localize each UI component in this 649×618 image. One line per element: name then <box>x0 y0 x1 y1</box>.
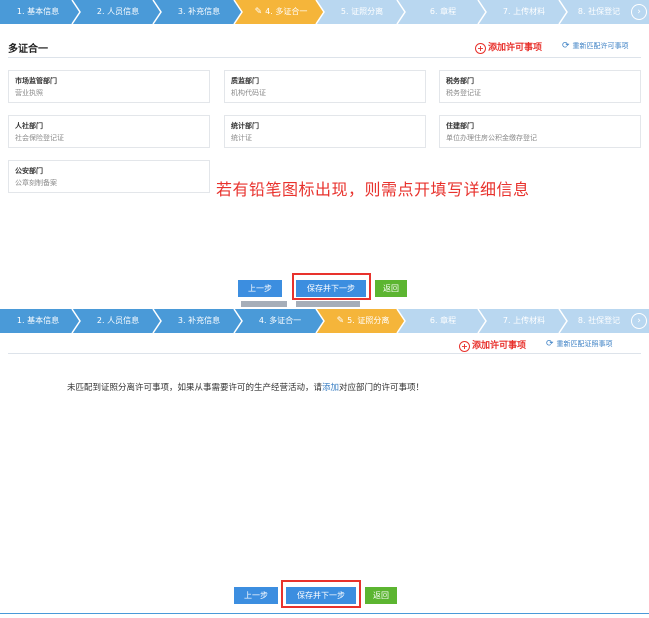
prev-step-button[interactable]: 上一步 <box>238 280 282 297</box>
add-license-link[interactable]: + 添加许可事项 <box>459 338 526 352</box>
redacted-text <box>296 301 360 307</box>
step-basic-info[interactable]: 1. 基本信息 <box>0 0 76 24</box>
card-housing-construction[interactable]: 住建部门 单位办理住房公积金缴存登记 <box>439 115 641 148</box>
card-quality-supervision[interactable]: 质监部门 机构代码证 <box>224 70 426 103</box>
card-license: 机构代码证 <box>231 89 266 97</box>
card-market-supervision[interactable]: 市场监管部门 营业执照 <box>8 70 210 103</box>
add-license-label: 添加许可事项 <box>488 43 543 53</box>
pencil-icon: ✎ <box>336 316 345 326</box>
next-step-arrow-icon[interactable]: › <box>631 313 647 329</box>
step-cert-separation-label: 5. 证照分离 <box>347 316 390 325</box>
title-divider <box>8 57 641 58</box>
notice-add-link[interactable]: 添加 <box>322 383 339 393</box>
step-multi-cert[interactable]: ✎ 4. 多证合一 <box>242 0 320 24</box>
card-dept: 人社部门 <box>15 122 43 130</box>
pencil-icon: ✎ <box>254 7 263 17</box>
rematch-license-link[interactable]: ⟳ 重新匹配许可事项 <box>562 41 629 51</box>
pencil-hint-annotation: 若有铅笔图标出现，则需点开填写详细信息 <box>216 180 530 199</box>
prev-step-button[interactable]: 上一步 <box>234 587 278 604</box>
notice-text-end: 对应部门的许可事项！ <box>339 383 425 393</box>
card-tax[interactable]: 税务部门 税务登记证 <box>439 70 641 103</box>
step-upload-materials[interactable]: 7. 上传材料 <box>486 309 562 333</box>
step-personnel-info[interactable]: 2. 人员信息 <box>80 309 156 333</box>
step-basic-info[interactable]: 1. 基本信息 <box>0 309 76 333</box>
plus-circle-icon: + <box>459 341 470 352</box>
card-license: 统计证 <box>231 134 252 142</box>
rematch-cert-link[interactable]: ⟳ 重新匹配证照事项 <box>546 339 613 349</box>
section-title: 多证合一 <box>8 44 48 55</box>
card-license: 社会保险登记证 <box>15 134 64 142</box>
step-multi-cert-label: 4. 多证合一 <box>265 7 308 16</box>
card-human-resources[interactable]: 人社部门 社会保险登记证 <box>8 115 210 148</box>
highlight-box <box>281 580 361 608</box>
card-license: 单位办理住房公积金缴存登记 <box>446 134 537 142</box>
add-license-link[interactable]: + 添加许可事项 <box>475 40 542 54</box>
card-public-security[interactable]: 公安部门 公章刻制备案 <box>8 160 210 193</box>
no-match-notice: 未匹配到证照分离许可事项，如果从事需要许可的生产经营活动，请添加对应部门的许可事… <box>67 381 424 393</box>
card-dept: 税务部门 <box>446 77 474 85</box>
card-license: 公章刻制备案 <box>15 179 57 187</box>
step-supplementary-info[interactable]: 3. 补充信息 <box>161 0 237 24</box>
add-license-label: 添加许可事项 <box>472 341 527 351</box>
card-dept: 市场监管部门 <box>15 77 57 85</box>
back-button[interactable]: 返回 <box>365 587 397 604</box>
card-dept: 公安部门 <box>15 167 43 175</box>
card-statistics[interactable]: 统计部门 统计证 <box>224 115 426 148</box>
step-charter[interactable]: 6. 章程 <box>405 0 481 24</box>
step-social-security[interactable]: 8. 社保登记 <box>567 309 631 333</box>
step-supplementary-info[interactable]: 3. 补充信息 <box>161 309 237 333</box>
step-cert-separation[interactable]: ✎ 5. 证照分离 <box>324 309 402 333</box>
back-button[interactable]: 返回 <box>375 280 407 297</box>
notice-text: 未匹配到证照分离许可事项，如果从事需要许可的生产经营活动，请 <box>67 383 323 393</box>
card-license: 税务登记证 <box>446 89 481 97</box>
title-divider <box>8 353 641 354</box>
rematch-label: 重新匹配证照事项 <box>556 340 613 348</box>
bottom-divider <box>0 613 649 614</box>
card-license: 营业执照 <box>15 89 43 97</box>
step-social-security[interactable]: 8. 社保登记 <box>567 0 631 24</box>
plus-circle-icon: + <box>475 43 486 54</box>
redacted-text <box>241 301 287 307</box>
next-step-arrow-icon[interactable]: › <box>631 4 647 20</box>
step-bar-2: 1. 基本信息 2. 人员信息 3. 补充信息 4. 多证合一 ✎ 5. 证照分离… <box>0 309 649 333</box>
step-multi-cert[interactable]: 4. 多证合一 <box>242 309 318 333</box>
rematch-label: 重新匹配许可事项 <box>572 42 629 50</box>
refresh-icon: ⟳ <box>546 339 554 349</box>
refresh-icon: ⟳ <box>562 41 570 51</box>
card-dept: 质监部门 <box>231 77 259 85</box>
step-upload-materials[interactable]: 7. 上传材料 <box>486 0 562 24</box>
step-bar-1: 1. 基本信息 2. 人员信息 3. 补充信息 ✎ 4. 多证合一 5. 证照分离… <box>0 0 649 24</box>
card-dept: 统计部门 <box>231 122 259 130</box>
step-cert-separation[interactable]: 5. 证照分离 <box>324 0 400 24</box>
step-charter[interactable]: 6. 章程 <box>405 309 481 333</box>
highlight-box <box>292 273 371 300</box>
card-dept: 住建部门 <box>446 122 474 130</box>
step-personnel-info[interactable]: 2. 人员信息 <box>80 0 156 24</box>
